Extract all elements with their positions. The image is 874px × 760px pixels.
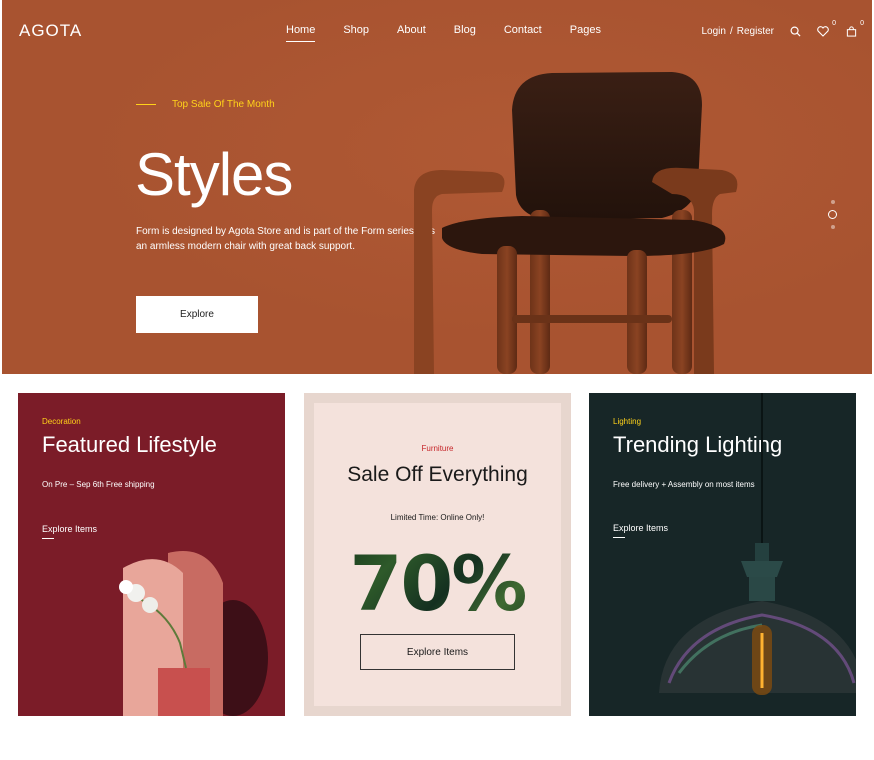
card-category: Lighting bbox=[613, 417, 642, 426]
card-category: Furniture bbox=[421, 444, 454, 453]
cart-count: 0 bbox=[860, 20, 864, 27]
pendant-lamp-image bbox=[659, 393, 856, 695]
lighting-card: Lighting Trending Lighting Free delivery… bbox=[589, 393, 856, 716]
explore-button[interactable]: Explore bbox=[136, 296, 258, 333]
heart-icon[interactable]: 0 bbox=[816, 20, 836, 38]
furniture-sale-card: Furniture Sale Off Everything Limited Ti… bbox=[304, 393, 571, 716]
sale-panel: Furniture Sale Off Everything Limited Ti… bbox=[314, 403, 561, 706]
slider-dot[interactable] bbox=[830, 200, 835, 204]
explore-items-link[interactable]: Explore Items bbox=[42, 524, 97, 539]
nav-blog[interactable]: Blog bbox=[454, 24, 476, 42]
card-title: Sale Off Everything bbox=[347, 463, 528, 486]
cart-icon[interactable]: 0 bbox=[844, 20, 864, 38]
login-link[interactable]: Login bbox=[702, 26, 726, 37]
tagline-line bbox=[136, 104, 156, 105]
nav-pages[interactable]: Pages bbox=[570, 24, 601, 42]
nav-home[interactable]: Home bbox=[286, 24, 316, 42]
nav-about[interactable]: About bbox=[397, 24, 426, 42]
decoration-card: Decoration Featured Lifestyle On Pre – S… bbox=[18, 393, 285, 716]
tagline-text: Top Sale Of The Month bbox=[172, 99, 275, 110]
slider-dots bbox=[828, 200, 837, 229]
auth-links: Login / Register bbox=[702, 26, 775, 37]
card-category: Decoration bbox=[42, 417, 81, 426]
site-logo[interactable]: AGOTA bbox=[19, 21, 82, 41]
header-actions: Login / Register 0 0 bbox=[702, 20, 865, 38]
card-title: Featured Lifestyle bbox=[42, 432, 217, 457]
hero-tagline: Top Sale Of The Month bbox=[136, 99, 275, 110]
hero-description: Form is designed by Agota Store and is p… bbox=[136, 226, 436, 252]
explore-items-button[interactable]: Explore Items bbox=[360, 634, 515, 670]
nav-shop[interactable]: Shop bbox=[343, 24, 369, 42]
search-icon[interactable] bbox=[788, 24, 802, 38]
main-nav: Home Shop About Blog Contact Pages bbox=[286, 24, 629, 42]
register-link[interactable]: Register bbox=[737, 26, 774, 37]
card-subtitle: Limited Time: Online Only! bbox=[390, 513, 485, 522]
vase-decor-image bbox=[119, 551, 268, 716]
sale-percent: 70% bbox=[314, 539, 561, 628]
hero-banner: AGOTA Home Shop About Blog Contact Pages… bbox=[2, 0, 872, 374]
chair-image bbox=[414, 72, 738, 374]
card-subtitle: On Pre – Sep 6th Free shipping bbox=[42, 480, 155, 489]
slider-dot[interactable] bbox=[830, 225, 835, 229]
nav-contact[interactable]: Contact bbox=[504, 24, 542, 42]
hero-title: Styles bbox=[135, 141, 293, 208]
wishlist-count: 0 bbox=[832, 20, 836, 27]
auth-separator: / bbox=[729, 25, 733, 37]
slider-dot-active[interactable] bbox=[828, 210, 837, 219]
